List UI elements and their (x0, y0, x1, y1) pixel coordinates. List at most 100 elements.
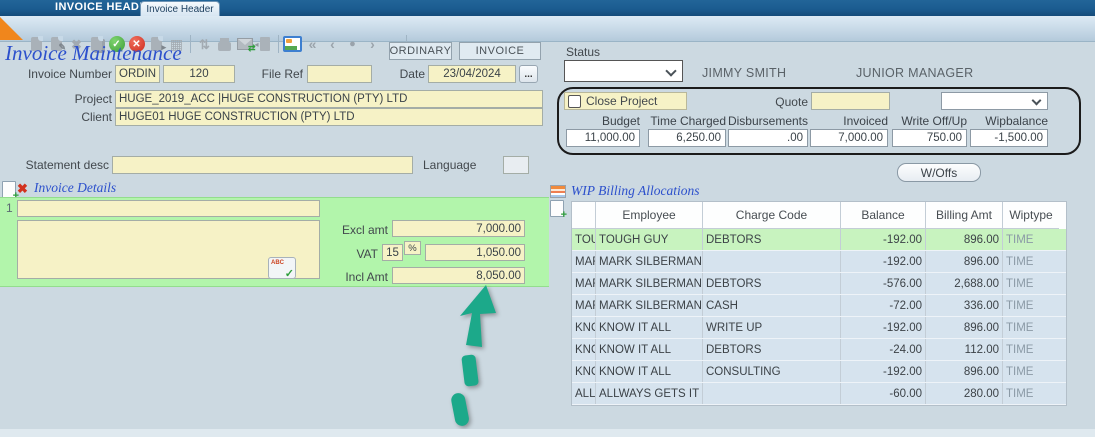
wip-cell-charge_code[interactable]: DEBTORS (703, 273, 841, 294)
wip-cell-employee[interactable]: KNOW IT ALL (596, 361, 703, 382)
wip-cell-charge_code[interactable]: CASH (703, 295, 841, 316)
wip-cell-billing_amt[interactable]: 280.00 (926, 383, 1003, 404)
vat-rate-field[interactable]: 15 (382, 244, 403, 261)
current-record-icon[interactable]: ● (343, 34, 362, 54)
table-row[interactable]: KNOKNOW IT ALLWRITE UP-192.00896.00TIME (572, 317, 1066, 339)
statement-desc-field[interactable] (112, 156, 413, 174)
invoice-type-ordinary[interactable]: ORDINARY (389, 42, 452, 60)
wip-cell-balance[interactable]: -192.00 (841, 251, 926, 272)
wip-cell-billing_amt[interactable]: 896.00 (926, 229, 1003, 250)
wip-cell-billing_amt[interactable]: 336.00 (926, 295, 1003, 316)
project-field[interactable]: HUGE_2019_ACC |HUGE CONSTRUCTION (PTY) L… (115, 90, 543, 108)
wip-cell-employee[interactable]: KNOW IT ALL (596, 317, 703, 338)
spellcheck-icon[interactable]: ABC✓ (268, 257, 296, 279)
table-row[interactable]: MARMARK SILBERMAN -192.00896.00TIME (572, 251, 1066, 273)
wip-header-wiptype[interactable]: Wiptype (1003, 202, 1059, 229)
employee-role: JUNIOR MANAGER (856, 66, 973, 80)
wip-cell-wiptype[interactable]: TIME (1003, 339, 1059, 360)
wip-cell-code[interactable]: MAR (572, 251, 596, 272)
close-project-toggle[interactable]: Close Project (564, 92, 687, 110)
wip-cell-code[interactable]: KNO (572, 339, 596, 360)
invoice-prefix-field[interactable]: ORDIN (115, 65, 160, 83)
wip-header-charge-code[interactable]: Charge Code (703, 202, 841, 229)
table-row[interactable]: MARMARK SILBERMANCASH-72.00336.00TIME (572, 295, 1066, 317)
wip-cell-wiptype[interactable]: TIME (1003, 361, 1059, 382)
add-allocation-icon[interactable] (550, 200, 564, 217)
add-detail-line-icon[interactable] (2, 181, 16, 198)
wip-header-employee[interactable]: Employee (596, 202, 703, 229)
wip-cell-employee[interactable]: MARK SILBERMAN (596, 273, 703, 294)
close-project-checkbox[interactable] (568, 95, 581, 108)
wip-cell-code[interactable]: TOU (572, 229, 596, 250)
wip-cell-employee[interactable]: TOUGH GUY (596, 229, 703, 250)
wip-cell-balance[interactable]: -24.00 (841, 339, 926, 360)
table-row[interactable]: KNOKNOW IT ALLDEBTORS-24.00112.00TIME (572, 339, 1066, 361)
exit-icon[interactable] (255, 34, 274, 54)
wip-header-balance[interactable]: Balance (841, 202, 926, 229)
wip-cell-charge_code[interactable]: DEBTORS (703, 339, 841, 360)
table-row[interactable]: MARMARK SILBERMANDEBTORS-576.002,688.00T… (572, 273, 1066, 295)
vat-amt-field[interactable]: 1,050.00 (425, 244, 525, 261)
status-dropdown[interactable] (564, 60, 683, 82)
wip-cell-billing_amt[interactable]: 112.00 (926, 339, 1003, 360)
tab-invoice-header[interactable]: Invoice Header (140, 1, 220, 17)
file-ref-field[interactable] (307, 65, 372, 83)
table-row[interactable]: KNOKNOW IT ALLCONSULTING-192.00896.00TIM… (572, 361, 1066, 383)
first-record-icon[interactable]: « (303, 34, 322, 54)
wip-cell-charge_code[interactable]: CONSULTING (703, 361, 841, 382)
excl-amt-field[interactable]: 7,000.00 (392, 220, 525, 237)
wip-cell-charge_code[interactable]: WRITE UP (703, 317, 841, 338)
email-icon[interactable] (235, 34, 254, 54)
table-row[interactable]: TOUTOUGH GUYDEBTORS-192.00896.00TIME (572, 229, 1066, 251)
wip-cell-wiptype[interactable]: TIME (1003, 383, 1059, 404)
next-record-icon[interactable]: › (363, 34, 382, 54)
wip-cell-employee[interactable]: KNOW IT ALL (596, 339, 703, 360)
wip-cell-employee[interactable]: ALLWAYS GETS IT (596, 383, 703, 404)
period-dropdown[interactable] (941, 92, 1048, 110)
wip-cell-wiptype[interactable]: TIME (1003, 251, 1059, 272)
wip-cell-code[interactable]: KNO (572, 361, 596, 382)
date-picker-button[interactable]: ... (519, 65, 538, 83)
delete-detail-line-icon[interactable]: ✖ (17, 182, 28, 195)
quote-field[interactable] (811, 92, 890, 110)
wip-cell-wiptype[interactable]: TIME (1003, 229, 1059, 250)
date-field[interactable]: 23/04/2024 (428, 65, 516, 83)
client-field[interactable]: HUGE01 HUGE CONSTRUCTION (PTY) LTD (115, 108, 543, 126)
wip-cell-billing_amt[interactable]: 896.00 (926, 317, 1003, 338)
wip-header-code[interactable] (572, 202, 596, 229)
incl-amt-field[interactable]: 8,050.00 (392, 267, 525, 284)
wip-cell-billing_amt[interactable]: 2,688.00 (926, 273, 1003, 294)
wip-cell-code[interactable]: MAR (572, 273, 596, 294)
preview-icon[interactable] (283, 34, 302, 54)
language-field[interactable] (503, 156, 529, 174)
wip-cell-charge_code[interactable]: DEBTORS (703, 229, 841, 250)
wip-cell-employee[interactable]: MARK SILBERMAN (596, 295, 703, 316)
print-icon[interactable] (215, 34, 234, 54)
wip-table-icon (550, 185, 566, 198)
wip-cell-code[interactable]: MAR (572, 295, 596, 316)
wip-cell-balance[interactable]: -192.00 (841, 229, 926, 250)
invoice-type-invoice[interactable]: INVOICE (459, 42, 541, 60)
wip-cell-balance[interactable]: -192.00 (841, 317, 926, 338)
wip-cell-code[interactable]: KNO (572, 317, 596, 338)
detail-description-field[interactable] (17, 200, 320, 217)
woffs-button[interactable]: W/Offs (897, 163, 981, 182)
wip-cell-charge_code[interactable] (703, 383, 841, 404)
wip-cell-wiptype[interactable]: TIME (1003, 273, 1059, 294)
wip-cell-balance[interactable]: -192.00 (841, 361, 926, 382)
wip-cell-charge_code[interactable] (703, 251, 841, 272)
wip-cell-balance[interactable]: -576.00 (841, 273, 926, 294)
wip-cell-employee[interactable]: MARK SILBERMAN (596, 251, 703, 272)
wip-header-billing-amt[interactable]: Billing Amt (926, 202, 1003, 229)
wip-cell-wiptype[interactable]: TIME (1003, 295, 1059, 316)
wip-cell-balance[interactable]: -60.00 (841, 383, 926, 404)
wip-cell-billing_amt[interactable]: 896.00 (926, 251, 1003, 272)
previous-record-icon[interactable]: ‹ (323, 34, 342, 54)
table-row[interactable]: ALLALLWAYS GETS IT -60.00280.00TIME (572, 383, 1066, 405)
wip-cell-wiptype[interactable]: TIME (1003, 317, 1059, 338)
wip-cell-balance[interactable]: -72.00 (841, 295, 926, 316)
wip-cell-billing_amt[interactable]: 896.00 (926, 361, 1003, 382)
import-icon[interactable]: ⇅ (195, 34, 214, 54)
invoice-number-field[interactable]: 120 (163, 65, 235, 83)
wip-cell-code[interactable]: ALL (572, 383, 596, 404)
